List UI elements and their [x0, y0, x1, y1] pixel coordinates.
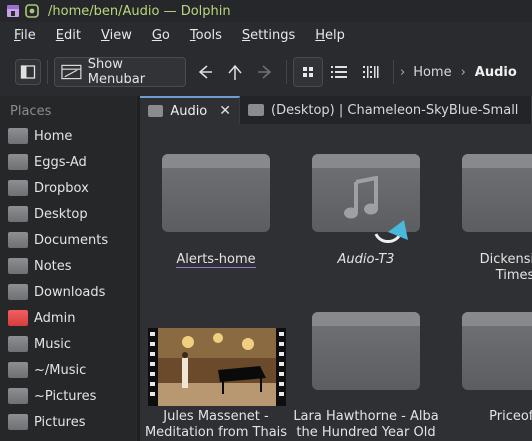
pin-icon[interactable]	[25, 4, 39, 18]
red-folder-icon	[8, 310, 28, 326]
title-bar: /home/ben/Audio — Dolphin	[0, 0, 532, 22]
arrow-right-icon	[258, 65, 272, 79]
sidebar-item-label: Notes	[34, 258, 72, 274]
tab-desktop[interactable]: (Desktop) | Chameleon-SkyBlue-Small	[240, 96, 532, 124]
toolbar-separator	[393, 60, 394, 84]
file-label-priceof[interactable]: PriceofF	[440, 409, 532, 425]
folder-icon[interactable]	[312, 312, 420, 390]
details-view-button[interactable]	[323, 57, 355, 87]
toolbar-separator	[47, 60, 48, 84]
music-note-icon	[344, 176, 378, 219]
home-folder-icon	[8, 128, 28, 144]
arrow-up-icon	[228, 64, 242, 80]
sidebar-item-notes[interactable]: Notes	[8, 256, 72, 276]
folder-icon[interactable]	[462, 154, 532, 232]
breadcrumb-home[interactable]: Home	[413, 65, 451, 80]
sidebar-item-label: Music	[34, 336, 71, 352]
sidebar-item-label: Pictures	[34, 414, 86, 430]
downloads-folder-icon	[8, 284, 28, 300]
sidebar-item-home[interactable]: Home	[8, 126, 72, 146]
columns-view-icon	[363, 66, 379, 78]
folder-icon[interactable]	[312, 154, 420, 243]
sidebar-item-label: ~/Music	[34, 362, 87, 378]
file-label-lara[interactable]: Lara Hawthorne - Alba the Hundred Year O…	[291, 409, 441, 441]
file-view[interactable]: Alerts-home Audio-T3 Dickensian Times	[140, 124, 532, 441]
sidebar-item-label: Downloads	[34, 284, 106, 300]
close-icon[interactable]: ✕	[219, 103, 231, 119]
show-menubar-button[interactable]: Show Menubar	[54, 57, 186, 87]
toolbar-separator	[286, 60, 287, 84]
toggle-sidebar-button[interactable]	[15, 59, 41, 85]
sidebar-item-documents[interactable]: Documents	[8, 230, 108, 250]
file-label-dickensian[interactable]: Dickensian Times	[440, 252, 532, 284]
places-heading: Places	[10, 104, 52, 119]
file-label-alerts[interactable]: Alerts-home	[141, 252, 291, 268]
window-title: /home/ben/Audio — Dolphin	[48, 3, 231, 19]
sidebar-item-label: Home	[34, 128, 73, 144]
folder-icon	[8, 180, 28, 196]
sidebar-item-admin[interactable]: Admin	[8, 308, 75, 328]
compact-view-button[interactable]	[355, 57, 387, 87]
menu-bar: File Edit View Go Tools Settings Help	[0, 22, 532, 48]
sidebar-panel-icon	[20, 65, 36, 79]
folder-icon	[148, 105, 164, 117]
show-menubar-icon	[61, 64, 82, 80]
folder-icon[interactable]	[162, 154, 270, 232]
window-menu-icon[interactable]	[6, 4, 20, 18]
menu-edit[interactable]: Edit	[46, 28, 91, 43]
file-label-massenet[interactable]: Jules Massenet - Meditation from Thais	[141, 409, 291, 441]
sidebar-item-label: Admin	[34, 310, 76, 326]
arrow-left-icon	[198, 65, 212, 79]
tab-label: Audio	[170, 103, 208, 119]
list-view-icon	[331, 66, 347, 78]
back-button[interactable]	[190, 57, 220, 87]
tab-audio[interactable]: Audio ✕	[140, 96, 240, 124]
sidebar-item-dropbox[interactable]: Dropbox	[8, 178, 89, 198]
tab-label: (Desktop) | Chameleon-SkyBlue-Small	[271, 102, 519, 118]
video-thumbnail[interactable]	[148, 328, 286, 406]
folder-icon[interactable]	[462, 312, 532, 390]
sidebar-item-label: Documents	[34, 232, 109, 248]
folder-icon	[8, 258, 28, 274]
menu-file[interactable]: File	[4, 28, 46, 43]
folder-icon	[8, 154, 28, 170]
chevron-right-icon: ›	[460, 64, 466, 80]
folder-icon	[248, 104, 264, 116]
sidebar-item-desktop[interactable]: Desktop	[8, 204, 88, 224]
music-folder-icon	[8, 362, 28, 378]
show-menubar-label: Show Menubar	[87, 57, 146, 87]
sidebar-item-label: Desktop	[34, 206, 88, 222]
sidebar-item-label: Eggs-Ad	[34, 154, 87, 170]
breadcrumb-audio[interactable]: Audio	[475, 65, 517, 80]
toolbar: Show Menubar › Home › Audio	[0, 50, 532, 94]
menu-tools[interactable]: Tools	[180, 28, 232, 43]
icons-view-button[interactable]	[293, 57, 323, 87]
symlink-arrow-icon	[374, 220, 408, 243]
sidebar-item-eggs-ad[interactable]: Eggs-Ad	[8, 152, 87, 172]
chevron-right-icon: ›	[400, 64, 406, 80]
documents-folder-icon	[8, 232, 28, 248]
grid-view-icon	[303, 67, 313, 77]
tab-bar: Audio ✕ (Desktop) | Chameleon-SkyBlue-Sm…	[140, 96, 532, 124]
menu-help[interactable]: Help	[305, 28, 355, 43]
menu-settings[interactable]: Settings	[232, 28, 305, 43]
file-label-audio-t3[interactable]: Audio-T3	[291, 252, 441, 268]
sidebar-item-label: ~Pictures	[34, 388, 97, 404]
sidebar-item--pictures[interactable]: ~Pictures	[8, 386, 96, 406]
up-button[interactable]	[220, 57, 250, 87]
menu-go[interactable]: Go	[142, 28, 180, 43]
menu-view[interactable]: View	[91, 28, 142, 43]
sidebar-item-label: Dropbox	[34, 180, 89, 196]
desktop-folder-icon	[8, 206, 28, 222]
forward-button[interactable]	[250, 57, 280, 87]
music-folder-icon	[8, 336, 28, 352]
sidebar-item-music[interactable]: Music	[8, 334, 71, 354]
sidebar-item--music[interactable]: ~/Music	[8, 360, 86, 380]
sidebar-item-pictures[interactable]: Pictures	[8, 412, 85, 432]
sidebar-item-downloads[interactable]: Downloads	[8, 282, 105, 302]
places-panel: Places Home Eggs-Ad Dropbox Desktop Document…	[0, 96, 136, 441]
folder-icon	[8, 388, 28, 404]
pictures-folder-icon	[8, 414, 28, 430]
